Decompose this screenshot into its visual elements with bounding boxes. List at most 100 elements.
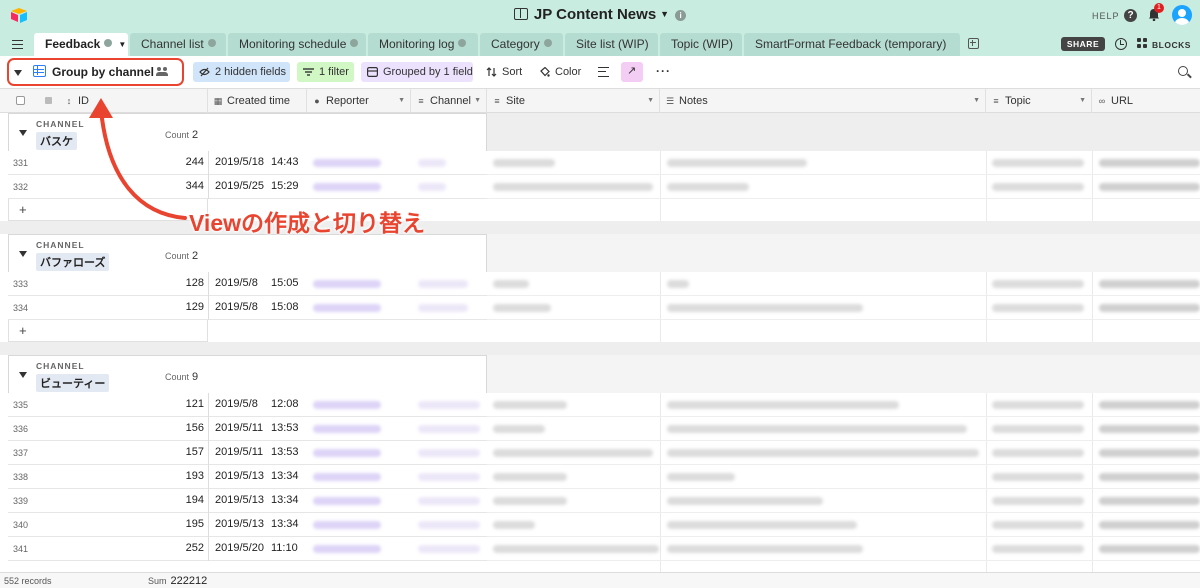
- reporter-chip[interactable]: [313, 159, 381, 167]
- cell-url[interactable]: [1099, 449, 1200, 457]
- history-icon[interactable]: [1115, 38, 1127, 50]
- column-header-site[interactable]: ≡ Site ▼: [487, 89, 660, 113]
- cell-notes[interactable]: [667, 280, 689, 288]
- cell-id[interactable]: 193: [108, 470, 204, 482]
- group-header[interactable]: CHANNEL バファローズ Count 2: [8, 234, 487, 272]
- cell-site[interactable]: [493, 473, 567, 481]
- cell-site[interactable]: [493, 159, 555, 167]
- group-header[interactable]: CHANNEL バスケ Count 2: [8, 113, 487, 151]
- cell-url[interactable]: [1099, 521, 1200, 529]
- cell-topic[interactable]: [992, 159, 1084, 167]
- collapse-group-icon[interactable]: [19, 251, 27, 257]
- chevron-down-icon[interactable]: ▼: [1079, 89, 1086, 113]
- reporter-chip[interactable]: [313, 425, 381, 433]
- channel-chip[interactable]: [418, 401, 480, 409]
- column-header-reporter[interactable]: ● Reporter ▼: [307, 89, 411, 113]
- filter-button[interactable]: 1 filter: [297, 62, 354, 82]
- cell-created-time[interactable]: 14:43: [271, 156, 299, 168]
- blocks-button[interactable]: BLOCKS: [1152, 40, 1191, 50]
- group-header[interactable]: CHANNEL ビューティー Count 9: [8, 355, 487, 393]
- table-row[interactable]: [487, 393, 1200, 417]
- search-icon[interactable]: [1178, 66, 1188, 76]
- cell-created-date[interactable]: 2019/5/13: [215, 518, 264, 530]
- cell-created-date[interactable]: 2019/5/20: [215, 542, 264, 554]
- reporter-chip[interactable]: [313, 280, 381, 288]
- cell-created-time[interactable]: 15:29: [271, 180, 299, 192]
- channel-chip[interactable]: [418, 497, 480, 505]
- cell-url[interactable]: [1099, 473, 1200, 481]
- cell-topic[interactable]: [992, 497, 1084, 505]
- channel-chip[interactable]: [418, 425, 480, 433]
- table-row[interactable]: [487, 537, 1200, 561]
- column-header-created-time[interactable]: ▦ Created time: [208, 89, 307, 113]
- collapse-group-icon[interactable]: [19, 130, 27, 136]
- table-row[interactable]: [487, 272, 1200, 296]
- cell-created-time[interactable]: 13:53: [271, 422, 299, 434]
- table-row[interactable]: 331 244 2019/5/18 14:43: [8, 151, 487, 175]
- cell-site[interactable]: [493, 425, 545, 433]
- cell-topic[interactable]: [992, 304, 1084, 312]
- table-row[interactable]: [487, 417, 1200, 441]
- base-title[interactable]: JP Content News ▼ i: [0, 6, 1200, 23]
- cell-id[interactable]: 195: [108, 518, 204, 530]
- tab-site-list[interactable]: Site list (WIP): [565, 33, 658, 56]
- reporter-chip[interactable]: [313, 304, 381, 312]
- reporter-chip[interactable]: [313, 473, 381, 481]
- column-header-notes[interactable]: ☰ Notes ▼: [660, 89, 986, 113]
- reporter-chip[interactable]: [313, 449, 381, 457]
- cell-url[interactable]: [1099, 183, 1200, 191]
- table-row[interactable]: [487, 465, 1200, 489]
- cell-created-date[interactable]: 2019/5/11: [215, 446, 263, 458]
- table-row[interactable]: [487, 441, 1200, 465]
- table-row[interactable]: 340 195 2019/5/13 13:34: [8, 513, 487, 537]
- row-height-icon[interactable]: [598, 67, 609, 77]
- cell-id[interactable]: 244: [108, 156, 204, 168]
- cell-site[interactable]: [493, 280, 529, 288]
- table-row[interactable]: 338 193 2019/5/13 13:34: [8, 465, 487, 489]
- tab-monitoring-schedule[interactable]: Monitoring schedule: [228, 33, 366, 56]
- cell-created-time[interactable]: 11:10: [271, 542, 298, 554]
- chevron-down-icon[interactable]: ▼: [118, 40, 126, 49]
- cell-id[interactable]: 121: [108, 398, 204, 410]
- cell-url[interactable]: [1099, 497, 1200, 505]
- channel-chip[interactable]: [418, 449, 480, 457]
- select-all-checkbox[interactable]: [16, 96, 25, 105]
- menu-icon[interactable]: [12, 40, 23, 49]
- tab-category[interactable]: Category: [480, 33, 563, 56]
- cell-notes[interactable]: [667, 183, 749, 191]
- channel-chip[interactable]: [418, 280, 468, 288]
- cell-topic[interactable]: [992, 183, 1084, 191]
- cell-notes[interactable]: [667, 473, 735, 481]
- table-row[interactable]: [487, 175, 1200, 199]
- cell-created-date[interactable]: 2019/5/18: [215, 156, 264, 168]
- column-header-url[interactable]: ∞ URL: [1092, 89, 1200, 113]
- column-header-id[interactable]: ↕ ID: [0, 89, 208, 113]
- sum-summary[interactable]: Sum 222212: [148, 575, 207, 587]
- cell-id[interactable]: 156: [108, 422, 204, 434]
- cell-id[interactable]: 344: [108, 180, 204, 192]
- cell-created-date[interactable]: 2019/5/8: [215, 301, 258, 313]
- help-icon[interactable]: ?: [1124, 9, 1137, 22]
- cell-created-time[interactable]: 15:05: [271, 277, 299, 289]
- cell-topic[interactable]: [992, 545, 1084, 553]
- cell-site[interactable]: [493, 497, 567, 505]
- table-row[interactable]: [487, 489, 1200, 513]
- color-button[interactable]: Color: [533, 62, 588, 82]
- cell-site[interactable]: [493, 401, 567, 409]
- reporter-chip[interactable]: [313, 521, 381, 529]
- cell-topic[interactable]: [992, 449, 1084, 457]
- chevron-down-icon[interactable]: ▼: [647, 89, 654, 113]
- tab-channel-list[interactable]: Channel list: [130, 33, 226, 56]
- cell-id[interactable]: 157: [108, 446, 204, 458]
- cell-url[interactable]: [1099, 401, 1200, 409]
- cell-created-date[interactable]: 2019/5/13: [215, 494, 264, 506]
- tab-monitoring-log[interactable]: Monitoring log: [368, 33, 478, 56]
- table-row[interactable]: [487, 151, 1200, 175]
- cell-site[interactable]: [493, 449, 653, 457]
- more-options-icon[interactable]: ···: [656, 64, 671, 78]
- tab-topic[interactable]: Topic (WIP): [660, 33, 742, 56]
- table-row[interactable]: 336 156 2019/5/11 13:53: [8, 417, 487, 441]
- tab-feedback[interactable]: Feedback ▼: [34, 33, 128, 56]
- sort-button[interactable]: Sort: [480, 62, 528, 82]
- reporter-chip[interactable]: [313, 401, 381, 409]
